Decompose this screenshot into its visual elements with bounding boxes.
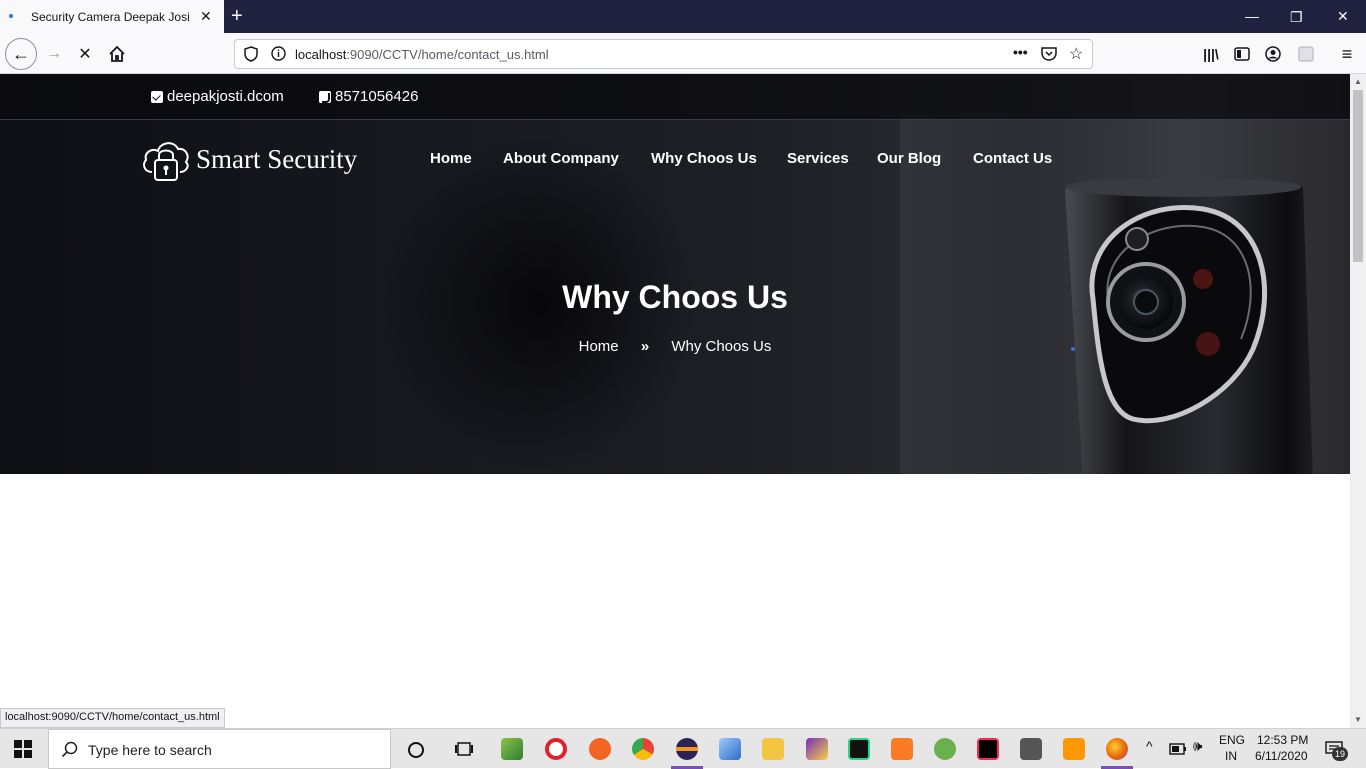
- phone-icon: [319, 90, 331, 103]
- clock-date: 6/11/2020: [1255, 749, 1308, 763]
- minimize-icon[interactable]: —: [1245, 6, 1259, 26]
- android-studio-icon[interactable]: [934, 738, 956, 760]
- taskbar-search[interactable]: Type here to search: [48, 729, 391, 769]
- page-actions-icon[interactable]: •••: [1013, 44, 1028, 60]
- cloud-lock-icon: [143, 142, 189, 181]
- email-contact[interactable]: deepakjosti.dcom: [151, 88, 284, 105]
- account-icon[interactable]: [1262, 43, 1284, 65]
- scroll-down-icon[interactable]: ▼: [1354, 715, 1362, 724]
- notification-count-badge: 19: [1332, 747, 1348, 761]
- url-text: localhost:9090/CCTV/home/contact_us.html: [295, 47, 549, 62]
- page-title: Why Choos Us: [562, 279, 788, 315]
- language-region: IN: [1225, 749, 1237, 763]
- stop-loading-icon[interactable]: ✕: [74, 43, 96, 65]
- library-icon[interactable]: |||\: [1200, 43, 1222, 65]
- logo-text: Smart Security: [196, 143, 358, 174]
- pycharm-icon[interactable]: [848, 738, 870, 760]
- page-scrollbar[interactable]: ▲ ▼: [1350, 74, 1366, 728]
- url-path: :9090/CCTV/home/contact_us.html: [346, 47, 549, 62]
- scroll-thumb[interactable]: [1353, 90, 1363, 262]
- email-text: deepakjosti.dcom: [167, 88, 284, 105]
- new-tab-icon[interactable]: +: [231, 4, 243, 28]
- task-view-icon[interactable]: [454, 740, 474, 758]
- address-bar[interactable]: localhost:9090/CCTV/home/contact_us.html…: [234, 39, 1093, 69]
- phone-contact[interactable]: 8571056426: [319, 88, 418, 105]
- restore-icon[interactable]: ❐: [1290, 7, 1303, 27]
- breadcrumb: Home » Why Choos Us: [0, 338, 1350, 355]
- virtualbox-icon[interactable]: [719, 738, 741, 760]
- sidebar-icon[interactable]: [1231, 43, 1253, 65]
- site-logo[interactable]: Smart Security: [140, 134, 357, 184]
- chrome-icon[interactable]: [632, 738, 654, 760]
- close-tab-icon[interactable]: ✕: [200, 8, 212, 24]
- menu-item-why-choose-us[interactable]: Why Choos Us: [651, 150, 757, 167]
- bookmark-star-icon[interactable]: ☆: [1069, 44, 1083, 64]
- menu-item-our-blog[interactable]: Our Blog: [877, 150, 941, 167]
- page-viewport: deepakjosti.dcom 8571056426 Smart Securi…: [0, 74, 1350, 728]
- security-camera-image: [1065, 179, 1313, 474]
- notepad-plus-icon[interactable]: [501, 738, 523, 760]
- browser-tab[interactable]: Security Camera Deepak Josi ✕: [0, 0, 224, 33]
- clock-time[interactable]: 12:53 PM: [1257, 733, 1308, 747]
- menu-item-about-company[interactable]: About Company: [503, 150, 619, 167]
- brackets-icon[interactable]: [589, 738, 611, 760]
- breadcrumb-separator-icon: »: [640, 338, 650, 355]
- breadcrumb-home[interactable]: Home: [579, 338, 619, 355]
- firefox-icon[interactable]: [1106, 738, 1128, 760]
- show-hidden-icons-icon[interactable]: ^: [1146, 738, 1153, 754]
- battery-icon[interactable]: [1169, 743, 1187, 755]
- menu-item-home[interactable]: Home: [430, 150, 472, 167]
- browser-navbar: ← → ✕ localhost:9090/CCTV/home/contact_u…: [0, 33, 1366, 74]
- language-indicator[interactable]: ENG: [1219, 733, 1245, 747]
- close-window-icon[interactable]: ✕: [1337, 6, 1349, 26]
- menu-item-contact-us[interactable]: Contact Us: [973, 150, 1052, 167]
- contact-topbar: deepakjosti.dcom 8571056426: [0, 74, 1350, 120]
- cortana-icon[interactable]: [407, 741, 425, 759]
- volume-icon[interactable]: 🕪: [1193, 738, 1202, 755]
- menu-icon[interactable]: ≡: [1336, 43, 1358, 65]
- loading-dot-icon: [9, 14, 13, 18]
- xampp-icon[interactable]: [891, 738, 913, 760]
- eclipse-icon[interactable]: [676, 738, 698, 760]
- intellij-icon[interactable]: [977, 738, 999, 760]
- filezilla-icon[interactable]: [806, 738, 828, 760]
- scroll-up-icon[interactable]: ▲: [1354, 77, 1362, 86]
- status-link-preview: localhost:9090/CCTV/home/contact_us.html: [0, 708, 225, 728]
- extension-icon[interactable]: [1295, 43, 1317, 65]
- search-placeholder: Type here to search: [88, 742, 212, 758]
- windows-start-icon[interactable]: [14, 740, 32, 758]
- search-icon: [61, 741, 78, 758]
- windows-taskbar: Type here to search ^ 🕪 ENG IN 12:53 PM …: [0, 728, 1366, 769]
- url-host: localhost: [295, 47, 347, 62]
- tab-title: Security Camera Deepak Josi: [31, 10, 190, 24]
- pocket-icon[interactable]: [1041, 46, 1057, 64]
- forward-arrow-icon[interactable]: →: [43, 43, 65, 65]
- home-icon[interactable]: [106, 43, 128, 65]
- info-icon[interactable]: [271, 46, 286, 64]
- file-explorer-icon[interactable]: [762, 738, 784, 760]
- breadcrumb-current: Why Choos Us: [671, 338, 772, 355]
- photo-app-icon[interactable]: [1020, 738, 1042, 760]
- shield-icon[interactable]: [244, 46, 258, 65]
- back-arrow-icon[interactable]: ←: [5, 38, 37, 70]
- menu-item-services[interactable]: Services: [787, 150, 849, 167]
- envelope-icon: [151, 90, 163, 103]
- sublime-text-icon[interactable]: [1063, 738, 1085, 760]
- phone-text: 8571056426: [335, 88, 419, 105]
- hero-banner: deepakjosti.dcom 8571056426 Smart Securi…: [0, 74, 1350, 474]
- browser-titlebar: Security Camera Deepak Josi ✕ + — ❐ ✕: [0, 0, 1366, 33]
- opera-icon[interactable]: [545, 738, 567, 760]
